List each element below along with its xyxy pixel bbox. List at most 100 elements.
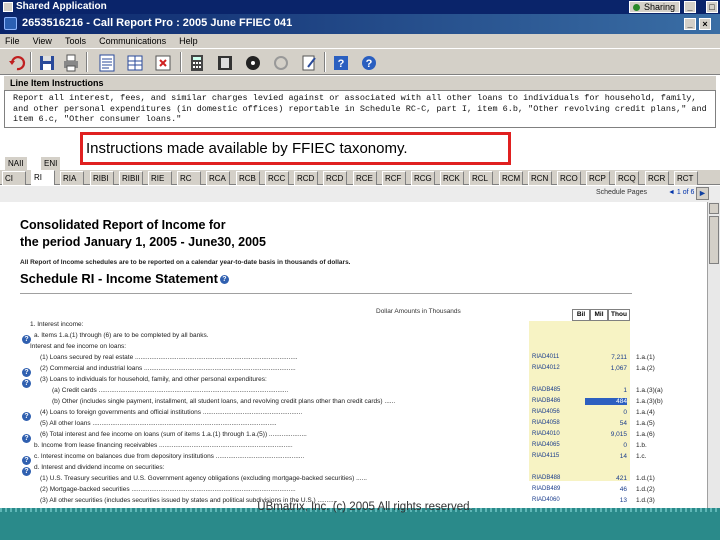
- tab-ria-2[interactable]: RIA: [60, 171, 84, 185]
- edit-icon[interactable]: [298, 52, 318, 72]
- schedule-help-icon[interactable]: ?: [219, 275, 229, 285]
- row-code: RIAD4011: [532, 354, 560, 360]
- row-label: (3) Loans to individuals for household, …: [40, 376, 267, 383]
- next-page-icon[interactable]: ►: [696, 187, 709, 200]
- tab-rcm-17[interactable]: RCM: [499, 171, 523, 185]
- row-value-input[interactable]: 1: [585, 387, 627, 394]
- calculator-icon[interactable]: [186, 52, 206, 72]
- row-label: c. Interest income on balances due from …: [34, 453, 305, 460]
- menu-view[interactable]: View: [28, 34, 57, 48]
- table-row: ? (6) Total interest and fee income on lo…: [0, 431, 706, 443]
- refresh-icon[interactable]: [270, 52, 290, 72]
- table-row: (5) All other loans ....................…: [0, 420, 706, 431]
- sharing-button[interactable]: Sharing: [628, 1, 680, 13]
- slide-footer: UBmatrix, Inc. (c) 2005 All rights reser…: [0, 501, 720, 540]
- undo-icon[interactable]: [6, 52, 26, 72]
- tab-ri-1[interactable]: RI: [31, 170, 55, 185]
- tab-rcg-14[interactable]: RCG: [411, 171, 435, 185]
- report-title-line1: Consolidated Report of Income for: [20, 218, 226, 232]
- tab-rcq-21[interactable]: RCQ: [615, 171, 639, 185]
- window-minimize-button[interactable]: _: [684, 18, 696, 30]
- tab-rco-19[interactable]: RCO: [557, 171, 581, 185]
- delete-icon[interactable]: [152, 52, 172, 72]
- tab-ribii-4[interactable]: RIBII: [119, 171, 143, 185]
- tab-rcl-16[interactable]: RCL: [469, 171, 493, 185]
- table-row: (b) Other (includes single payment, inst…: [0, 398, 706, 409]
- toolbar-separator: [324, 52, 326, 72]
- menu-help[interactable]: Help: [174, 34, 203, 48]
- tab-rcc-9[interactable]: RCC: [265, 171, 289, 185]
- tab-rie-5[interactable]: RIE: [148, 171, 172, 185]
- tab-rck-15[interactable]: RCK: [440, 171, 464, 185]
- table-row: ? (2) Commercial and industrial loans ...…: [0, 365, 706, 377]
- scrollbar-thumb[interactable]: [709, 216, 719, 264]
- svg-text:?: ?: [366, 58, 373, 70]
- table-row: 1. Interest income:: [0, 321, 706, 332]
- table-row: (2) Mortgage-backed securities .........…: [0, 486, 706, 497]
- row-value-input[interactable]: 9,015: [585, 431, 627, 438]
- row-value-input[interactable]: 46: [585, 486, 627, 493]
- help-icon[interactable]: ?: [330, 52, 350, 72]
- tab-ribi-3[interactable]: RIBI: [90, 171, 114, 185]
- table-row: (1) U.S. Treasury securities and U.S. Go…: [0, 475, 706, 486]
- schedule-navigation: Schedule Pages ◄ 1 of 6 ► ►: [0, 186, 720, 202]
- schedule-pages-link[interactable]: Schedule Pages: [596, 189, 647, 196]
- info-icon[interactable]: ?: [358, 52, 378, 72]
- svg-text:?: ?: [338, 58, 345, 70]
- window-close-button[interactable]: ×: [699, 18, 711, 30]
- tab-rcn-18[interactable]: RCN: [528, 171, 552, 185]
- row-reference: 1.b.: [636, 442, 647, 449]
- row-label: (1) Loans secured by real estate .......…: [40, 354, 298, 361]
- menu-file[interactable]: File: [0, 34, 25, 48]
- row-value-input[interactable]: 421: [585, 475, 627, 482]
- menu-communications[interactable]: Communications: [94, 34, 171, 48]
- table-row: (a) Credit cards .......................…: [0, 387, 706, 398]
- tab-eni[interactable]: ENI: [40, 156, 62, 170]
- shared-application-bar: Shared Application Sharing _ □: [0, 0, 720, 14]
- maximize-button[interactable]: □: [706, 1, 718, 13]
- tab-rcp-20[interactable]: RCP: [586, 171, 610, 185]
- vertical-scrollbar[interactable]: [707, 202, 720, 508]
- tab-ci-0[interactable]: CI: [2, 171, 26, 185]
- app-icon: [4, 17, 17, 30]
- print-icon[interactable]: [60, 52, 80, 72]
- menu-tools[interactable]: Tools: [60, 34, 91, 48]
- tab-rce-12[interactable]: RCE: [353, 171, 377, 185]
- row-value-input[interactable]: 0: [585, 442, 627, 449]
- row-label: a. Items 1.a.(1) through (6) are to be c…: [34, 332, 209, 339]
- save-icon[interactable]: [36, 52, 56, 72]
- sharing-label: Sharing: [643, 2, 675, 12]
- row-value-input[interactable]: 0: [585, 409, 627, 416]
- toolbar-separator: [180, 52, 182, 72]
- tab-rcd-11[interactable]: RCD: [323, 171, 347, 185]
- table-row: ? (4) Loans to foreign governments and of…: [0, 409, 706, 421]
- tab-rca-7[interactable]: RCA: [206, 171, 230, 185]
- tab-rcb-8[interactable]: RCB: [236, 171, 260, 185]
- tab-rc-6[interactable]: RC: [177, 171, 201, 185]
- tab-rct-23[interactable]: RCT: [674, 171, 698, 185]
- report-icon[interactable]: [96, 52, 116, 72]
- window-icon: [3, 2, 13, 12]
- tab-naii[interactable]: NAII: [4, 156, 28, 170]
- toolbar: ? ?: [0, 49, 720, 75]
- window-titlebar: 2653516216 - Call Report Pro : 2005 June…: [0, 14, 720, 34]
- table-icon[interactable]: [124, 52, 144, 72]
- disc-icon[interactable]: [242, 52, 262, 72]
- minimize-button[interactable]: _: [684, 1, 696, 13]
- tab-rcf-13[interactable]: RCF: [382, 171, 406, 185]
- schedule-tabs: CI RI RIA RIBI RIBII RIE RC RCA RCB RCC RCD RCD RCE R…: [0, 170, 720, 185]
- row-reference: 1.c.: [636, 453, 647, 460]
- row-reference: 1.a.(2): [636, 365, 655, 372]
- row-value-input[interactable]: 1,067: [585, 365, 627, 372]
- instructions-text: Report all interest, fees, and similar c…: [4, 90, 716, 128]
- film-icon[interactable]: [214, 52, 234, 72]
- row-value-input[interactable]: 7,211: [585, 354, 627, 361]
- scroll-up-icon[interactable]: [709, 203, 719, 214]
- row-value-input[interactable]: 13: [585, 497, 627, 504]
- row-value-input[interactable]: 14: [585, 453, 627, 460]
- row-label: (2) Mortgage-backed securities .........…: [40, 486, 296, 493]
- tab-rcd-10[interactable]: RCD: [294, 171, 318, 185]
- row-value-input[interactable]: 54: [585, 420, 627, 427]
- tab-rcr-22[interactable]: RCR: [645, 171, 669, 185]
- row-value-input[interactable]: 484: [585, 398, 627, 405]
